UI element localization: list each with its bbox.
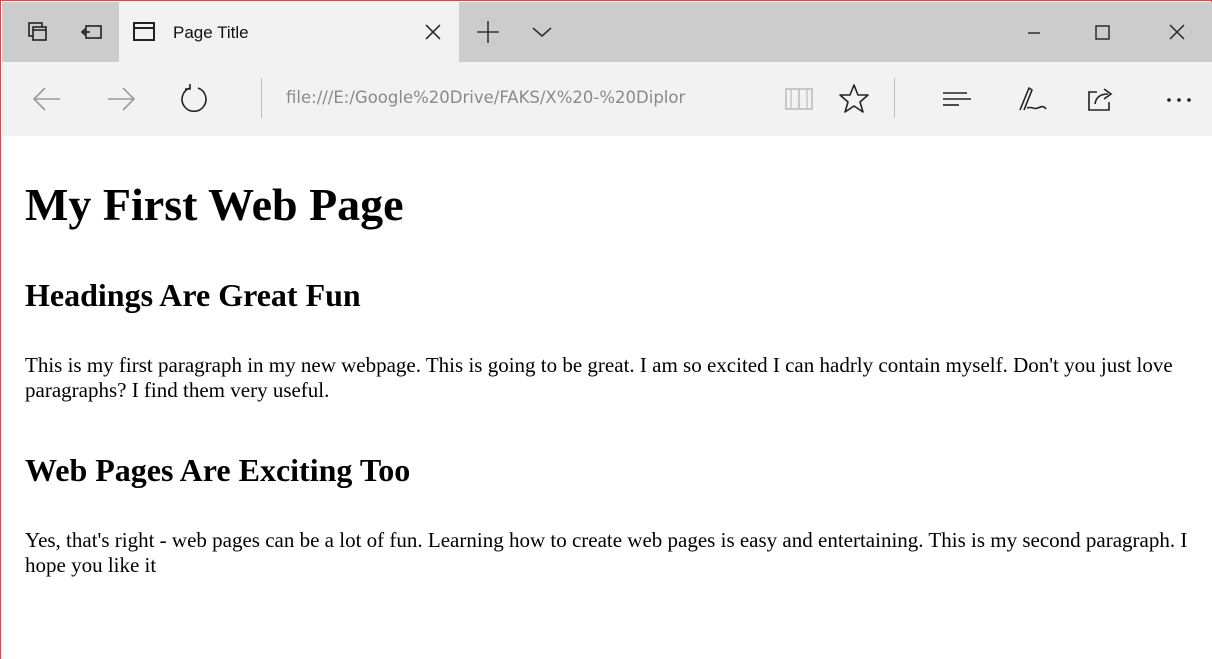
set-aside-tabs-icon[interactable] [78,18,106,46]
web-page-content: My First Web Page Headings Are Great Fun… [2,136,1212,659]
hub-icon [943,92,971,106]
maximize-icon [1095,25,1110,40]
paragraph: This is my first paragraph in my new web… [25,353,1173,402]
favorite-button[interactable] [837,82,871,116]
minimize-icon [1028,32,1040,34]
share-icon [1088,88,1113,111]
plus-icon [477,21,499,43]
navigation-bar: file:///E:/Google%20Drive/FAKS/X%20-%20D… [2,62,1212,136]
pen-icon [1019,87,1047,111]
close-icon [1169,24,1185,40]
book-icon [785,88,813,110]
more-button[interactable] [1162,82,1196,116]
hub-button[interactable] [940,82,974,116]
tab-manager-icon[interactable] [24,18,52,46]
close-window-button[interactable] [1161,16,1193,48]
toolbar-divider [894,78,895,118]
forward-arrow-icon [108,87,136,111]
tab-preview-button[interactable] [528,18,556,46]
minimize-button[interactable] [1018,16,1050,48]
active-tab[interactable]: Page Title [119,2,459,62]
tab-title: Page Title [173,23,249,42]
address-bar[interactable]: file:///E:/Google%20Drive/FAKS/X%20-%20D… [286,88,776,112]
back-arrow-icon [32,87,60,111]
page-icon [133,22,155,41]
more-icon [1167,98,1191,102]
refresh-button[interactable] [177,82,211,116]
toolbar-divider [261,78,262,118]
reading-view-button[interactable] [782,82,816,116]
forward-button[interactable] [104,82,138,116]
refresh-icon [181,84,207,113]
maximize-button[interactable] [1086,16,1118,48]
chevron-down-icon [532,27,552,38]
paragraph: Yes, that's right - web pages can be a l… [25,528,1188,577]
new-tab-button[interactable] [474,18,502,46]
close-tab-button[interactable] [419,18,447,46]
share-button[interactable] [1084,82,1118,116]
back-button[interactable] [30,82,64,116]
close-icon [425,24,441,40]
section-heading: Web Pages Are Exciting Too [25,452,411,488]
web-note-button[interactable] [1014,82,1048,116]
tab-strip: Page Title [2,2,1212,62]
page-heading: My First Web Page [25,179,404,230]
section-heading: Headings Are Great Fun [25,277,361,313]
star-icon [839,84,869,113]
browser-window: Page Title file:///E:/Google%20Drive/FAK… [0,0,1212,659]
